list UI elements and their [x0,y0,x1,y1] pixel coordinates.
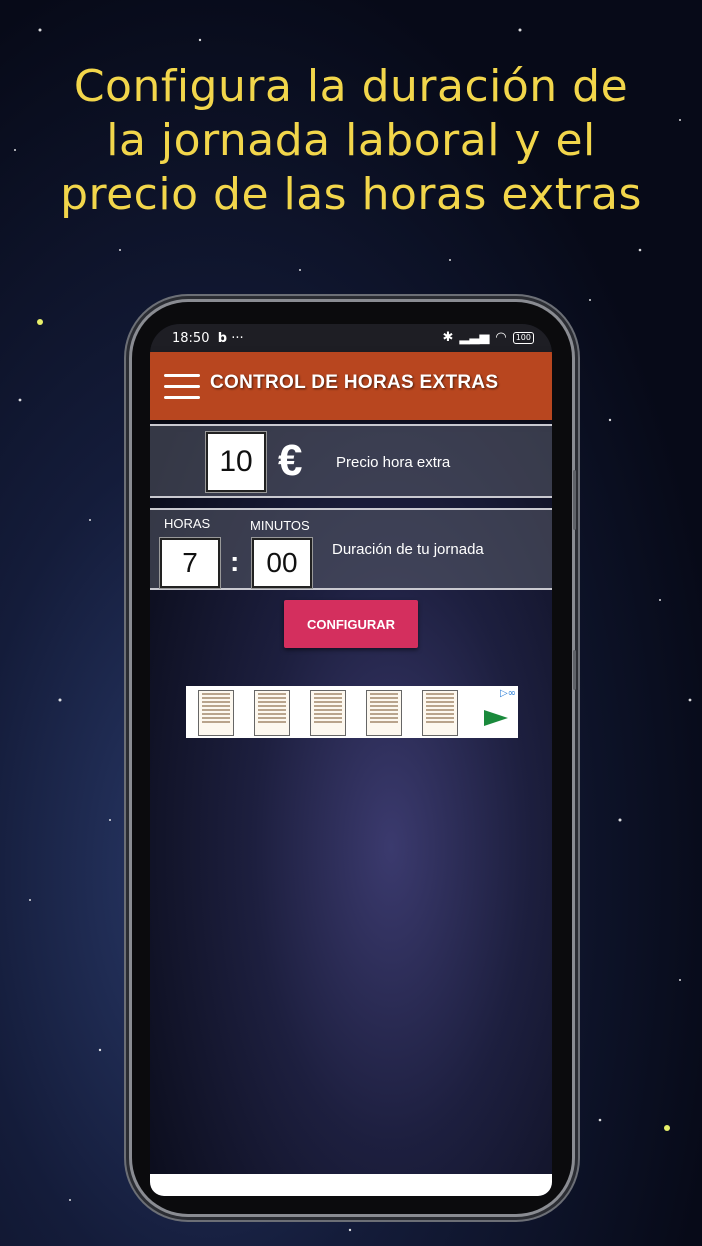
ad-banner[interactable]: ▷∞ [186,686,518,738]
price-label: Precio hora extra [336,454,451,471]
status-bar: 18:50 b ··· ✱ ▂▃▅ ◠ 100 [150,324,552,352]
signal-icon: ▂▃▅ [459,330,490,345]
ad-thumbnail [366,690,402,736]
hours-label: HORAS [164,516,211,531]
price-input[interactable]: 10 [206,432,266,492]
status-icons: ✱ ▂▃▅ ◠ 100 [442,330,534,345]
headline-line-1: Configura la duración de [73,61,629,112]
phone-side-button [573,470,576,530]
configure-button[interactable]: CONFIGURAR [284,600,418,648]
status-time: 18:50 b ··· [172,331,244,346]
ad-play-icon[interactable] [484,710,508,726]
headline-line-2: la jornada laboral y el [106,115,596,166]
minutes-input[interactable]: 00 [252,538,312,588]
adchoices-icon[interactable]: ▷∞ [500,688,516,699]
hamburger-icon[interactable] [164,374,200,399]
system-nav-bar [150,1174,552,1196]
ad-thumbnail [422,690,458,736]
duration-label: Duración de tu jornada [332,541,484,558]
promo-headline: Configura la duración de la jornada labo… [0,60,702,222]
hours-input[interactable]: 7 [160,538,220,588]
minutes-label: MINUTOS [250,518,310,533]
ad-thumbnail [254,690,290,736]
phone-side-button [573,650,576,690]
app-bar: CONTROL DE HORAS EXTRAS [150,352,552,420]
duration-panel: HORAS MINUTOS 7 : 00 Duración de tu jorn… [150,508,552,590]
app-title: CONTROL DE HORAS EXTRAS [210,372,499,393]
time-separator: : [230,546,240,577]
bluetooth-icon: ✱ [442,330,454,345]
ad-thumbnail [198,690,234,736]
headline-line-3: precio de las horas extras [60,169,642,220]
ad-thumbnail [310,690,346,736]
battery-icon: 100 [512,331,534,344]
phone-screen: 18:50 b ··· ✱ ▂▃▅ ◠ 100 CONTROL DE HORAS… [150,324,552,1196]
wifi-icon: ◠ [495,330,507,345]
euro-icon: € [278,436,303,485]
price-panel: 10 € Precio hora extra [150,424,552,498]
